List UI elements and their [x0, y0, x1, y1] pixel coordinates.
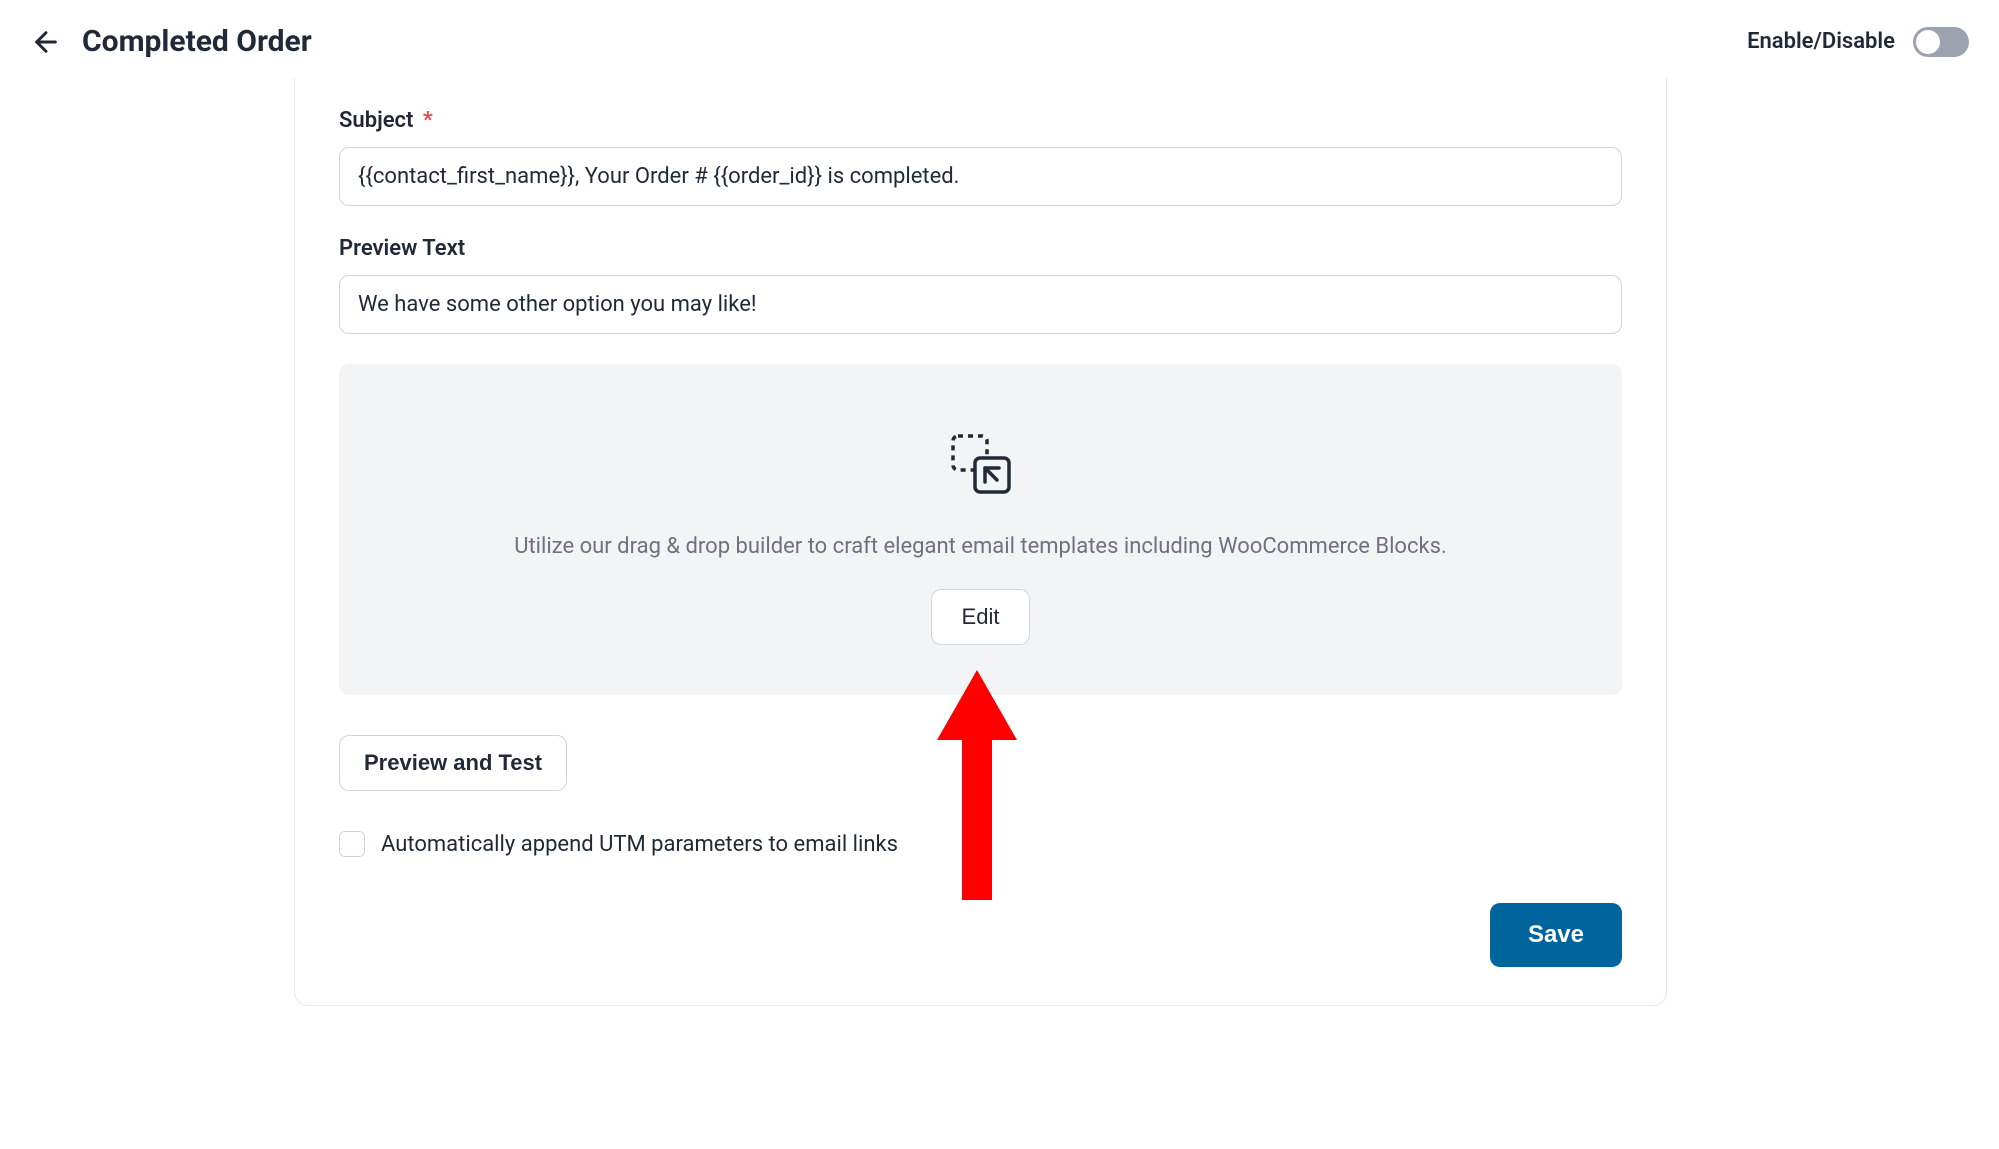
page-title: Completed Order: [82, 24, 312, 59]
toggle-knob: [1916, 30, 1940, 54]
preview-and-test-button[interactable]: Preview and Test: [339, 735, 567, 791]
page-header: Completed Order Enable/Disable: [0, 0, 1999, 83]
preview-text-label: Preview Text: [339, 236, 1622, 261]
enable-disable-toggle[interactable]: [1913, 27, 1969, 57]
subject-label-text: Subject: [339, 108, 413, 133]
subject-label: Subject *: [339, 108, 1622, 133]
utm-checkbox[interactable]: [339, 831, 365, 857]
builder-description: Utilize our drag & drop builder to craft…: [379, 534, 1582, 559]
required-star-icon: *: [423, 108, 433, 133]
utm-checkbox-label: Automatically append UTM parameters to e…: [381, 832, 898, 857]
save-button[interactable]: Save: [1490, 903, 1622, 967]
header-left: Completed Order: [30, 24, 312, 59]
subject-group: Subject *: [339, 108, 1622, 206]
subject-input[interactable]: [339, 147, 1622, 206]
drag-drop-builder-icon: [945, 428, 1017, 504]
preview-text-input[interactable]: [339, 275, 1622, 334]
preview-text-group: Preview Text: [339, 236, 1622, 334]
toggle-label: Enable/Disable: [1747, 29, 1895, 54]
content-panel: Subject * Preview Text Utilize our drag …: [294, 78, 1667, 1006]
utm-checkbox-row: Automatically append UTM parameters to e…: [339, 831, 1622, 857]
edit-button[interactable]: Edit: [931, 589, 1031, 645]
back-arrow-icon[interactable]: [30, 26, 62, 58]
header-right: Enable/Disable: [1747, 27, 1969, 57]
builder-box: Utilize our drag & drop builder to craft…: [339, 364, 1622, 695]
save-row: Save: [339, 903, 1622, 967]
